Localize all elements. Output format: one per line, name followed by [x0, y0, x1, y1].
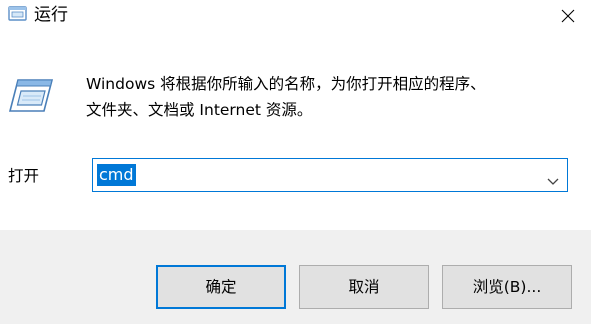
chevron-down-icon[interactable]: [547, 171, 559, 185]
run-icon: [8, 78, 54, 114]
run-dialog: 运行 Windows 将根据你所输入的名称，为你打开相应的程序、 文件夹、文档或…: [0, 0, 591, 324]
description-line-2: 文件夹、文档或 Internet 资源。: [86, 101, 313, 119]
description: Windows 将根据你所输入的名称，为你打开相应的程序、 文件夹、文档或 In…: [86, 71, 576, 123]
browse-button[interactable]: 浏览(B)...: [442, 265, 572, 309]
command-input[interactable]: cmd: [97, 164, 136, 186]
open-label: 打开: [8, 167, 40, 185]
cancel-button[interactable]: 取消: [299, 265, 429, 309]
command-combobox[interactable]: cmd: [92, 158, 568, 192]
close-icon: [561, 9, 575, 23]
window-title: 运行: [34, 5, 68, 25]
run-app-icon: [8, 6, 28, 22]
ok-button[interactable]: 确定: [156, 265, 286, 309]
title-bar[interactable]: 运行: [0, 0, 591, 32]
description-line-1: Windows 将根据你所输入的名称，为你打开相应的程序、: [86, 75, 486, 93]
close-button[interactable]: [545, 0, 591, 32]
